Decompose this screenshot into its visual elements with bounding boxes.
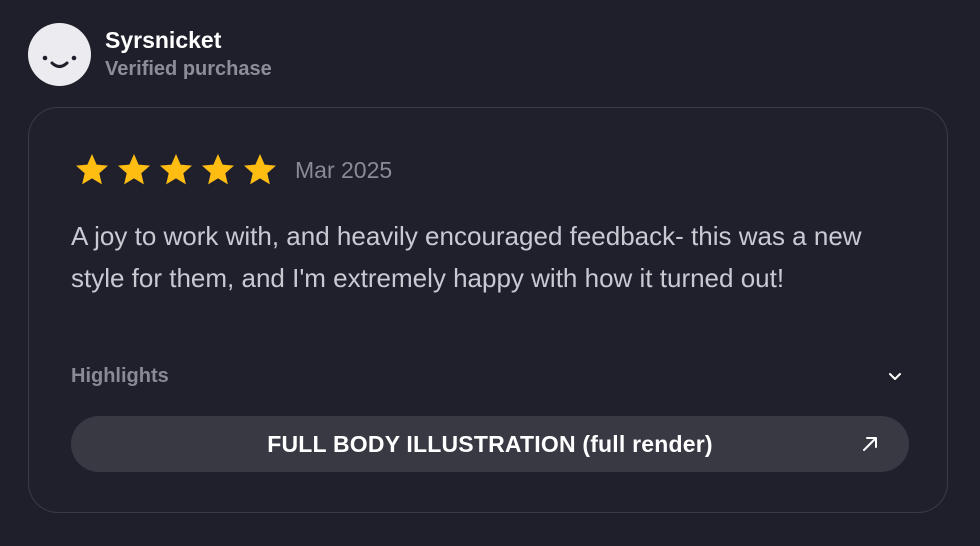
- rating-row: Mar 2025: [74, 152, 392, 188]
- review-card: Mar 2025 A joy to work with, and heavily…: [28, 107, 948, 513]
- highlights-label: Highlights: [71, 364, 169, 387]
- star-icon: [76, 154, 108, 185]
- highlights-toggle[interactable]: Highlights: [71, 361, 905, 391]
- review-text: A joy to work with, and heavily encourag…: [71, 221, 862, 293]
- review-date: Mar 2025: [295, 157, 393, 183]
- avatar: [28, 23, 91, 86]
- chevron-down-icon[interactable]: [886, 367, 904, 385]
- star-icon: [244, 154, 276, 185]
- reviewer-header: Syrsnicket Verified purchase: [28, 23, 272, 86]
- star-icon: [160, 154, 192, 185]
- star-icon: [118, 154, 150, 185]
- product-link-button[interactable]: FULL BODY ILLUSTRATION (full render): [71, 416, 909, 472]
- product-label: FULL BODY ILLUSTRATION (full render): [267, 430, 713, 457]
- smiley-face-icon: [42, 55, 77, 68]
- arrow-up-right-icon: [863, 437, 877, 451]
- reviewer-name: Syrsnicket: [105, 26, 222, 53]
- star-rating: [74, 152, 284, 188]
- verified-purchase-label: Verified purchase: [105, 57, 272, 80]
- star-icon: [202, 154, 234, 185]
